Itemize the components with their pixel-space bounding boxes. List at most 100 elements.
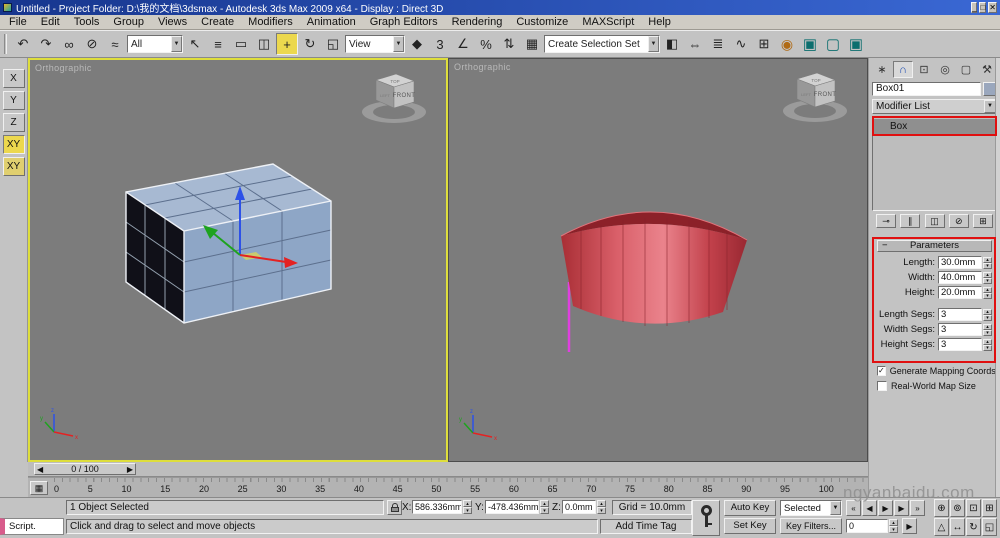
spinner[interactable]: ▴ ▾: [983, 257, 992, 269]
z-coordinate-field[interactable]: 0.0mm: [562, 500, 596, 514]
remove-modifier-icon[interactable]: ⊘: [949, 214, 969, 228]
length-segs-field[interactable]: 3: [938, 308, 982, 321]
spinner[interactable]: ▴▾: [540, 500, 549, 514]
select-and-manipulate-icon[interactable]: ◆: [406, 33, 428, 55]
maximize-button[interactable]: □: [979, 2, 986, 13]
modifier-stack[interactable]: Box: [872, 117, 997, 211]
spinner[interactable]: ▴▾: [463, 500, 472, 514]
go-to-end-button[interactable]: ▶: [902, 518, 917, 534]
close-button[interactable]: ✕: [988, 2, 997, 13]
menu-help[interactable]: Help: [641, 15, 678, 29]
render-setup-icon[interactable]: ▣: [799, 33, 821, 55]
unlink-selection-icon[interactable]: ⊘: [81, 33, 103, 55]
panel-scrollbar[interactable]: [995, 58, 1000, 497]
edit-named-selection-sets-icon[interactable]: ▦: [521, 33, 543, 55]
time-slider-track[interactable]: ◀ 0 / 100 ▶: [28, 462, 868, 477]
constrain-z-button[interactable]: Z: [3, 113, 25, 132]
menu-create[interactable]: Create: [194, 15, 241, 29]
parameters-rollout-header[interactable]: − Parameters: [877, 240, 992, 252]
spinner[interactable]: ▴ ▾: [983, 339, 992, 351]
tab-display[interactable]: ▢: [956, 61, 976, 78]
tab-motion[interactable]: ◎: [935, 61, 955, 78]
snaps-toggle-icon[interactable]: 3: [429, 33, 451, 55]
tab-create[interactable]: ∗: [872, 61, 892, 78]
spinner-down-icon[interactable]: ▾: [983, 315, 992, 321]
tab-utilities[interactable]: ⚒: [977, 61, 997, 78]
add-time-tag[interactable]: Add Time Tag: [600, 519, 692, 534]
minimize-button[interactable]: _: [971, 2, 977, 13]
angle-snap-icon[interactable]: ∠: [452, 33, 474, 55]
configure-modifier-sets-icon[interactable]: ⊞: [973, 214, 993, 228]
spinner[interactable]: ▴ ▾: [983, 287, 992, 299]
menu-maxscript[interactable]: MAXScript: [575, 15, 641, 29]
make-unique-icon[interactable]: ◫: [925, 214, 945, 228]
menu-file[interactable]: File: [2, 15, 34, 29]
reference-coordinate-system-dropdown[interactable]: View ▼: [345, 35, 405, 53]
viewport-label[interactable]: Orthographic: [35, 63, 92, 73]
show-end-result-icon[interactable]: ∥: [900, 214, 920, 228]
time-slider-next-icon[interactable]: ▶: [127, 465, 133, 474]
select-and-rotate-icon[interactable]: ↻: [299, 33, 321, 55]
auto-key-button[interactable]: Auto Key: [724, 500, 776, 516]
time-slider[interactable]: ◀ 0 / 100 ▶: [34, 463, 136, 475]
menu-graph-editors[interactable]: Graph Editors: [363, 15, 445, 29]
key-filters-button[interactable]: Key Filters...: [780, 518, 842, 534]
field-of-view-icon[interactable]: △: [934, 518, 949, 536]
open-mini-curve-editor-button[interactable]: ▦: [30, 481, 48, 495]
spinner[interactable]: ▴ ▾: [983, 272, 992, 284]
constrain-plane-flyout-button[interactable]: XY: [3, 157, 25, 176]
constrain-y-button[interactable]: Y: [3, 91, 25, 110]
select-by-name-icon[interactable]: ≡: [207, 33, 229, 55]
toolbar-handle[interactable]: [4, 34, 7, 54]
curve-editor-icon[interactable]: ∿: [730, 33, 752, 55]
viewcube[interactable]: TOP LEFT FRONT: [352, 66, 436, 130]
time-slider-prev-icon[interactable]: ◀: [37, 465, 43, 474]
quick-render-icon[interactable]: ▣: [845, 33, 867, 55]
constrain-xy-plane-button[interactable]: XY: [3, 135, 25, 154]
spinner-down-icon[interactable]: ▾: [983, 263, 992, 269]
pan-icon[interactable]: ↔: [950, 518, 965, 536]
menu-views[interactable]: Views: [151, 15, 194, 29]
tab-hierarchy[interactable]: ⊡: [914, 61, 934, 78]
material-editor-icon[interactable]: ◉: [776, 33, 798, 55]
spinner-down-icon[interactable]: ▾: [983, 330, 992, 336]
select-and-move-icon[interactable]: +: [276, 33, 298, 55]
x-coordinate-field[interactable]: 586.336mm: [412, 500, 462, 514]
arc-rotate-icon[interactable]: ↻: [966, 518, 981, 536]
menu-edit[interactable]: Edit: [34, 15, 67, 29]
menu-rendering[interactable]: Rendering: [445, 15, 510, 29]
zoom-extents-all-icon[interactable]: ⊞: [982, 499, 997, 517]
align-icon[interactable]: ⇔: [684, 33, 706, 55]
timeline-ruler[interactable]: ▦ 05101520253035404550556065707580859095…: [28, 477, 868, 497]
window-crossing-icon[interactable]: ◫: [253, 33, 275, 55]
constrain-x-button[interactable]: X: [3, 69, 25, 88]
height-field[interactable]: 20.0mm: [938, 286, 982, 299]
current-frame-field[interactable]: 0: [846, 519, 888, 533]
undo-icon[interactable]: ↶: [12, 33, 34, 55]
menu-animation[interactable]: Animation: [300, 15, 363, 29]
selection-lock-icon[interactable]: [387, 500, 402, 515]
set-key-button[interactable]: Set Key: [724, 518, 776, 534]
real-world-map-size-checkbox[interactable]: Real-World Map Size: [877, 378, 998, 393]
modifier-stack-item-box[interactable]: Box: [874, 119, 995, 134]
viewport-left[interactable]: Orthographic: [28, 58, 448, 462]
named-selection-set-combo[interactable]: Create Selection Set ▼: [544, 35, 660, 53]
height-segs-field[interactable]: 3: [938, 338, 982, 351]
redo-icon[interactable]: ↷: [35, 33, 57, 55]
menu-customize[interactable]: Customize: [509, 15, 575, 29]
spinner-down-icon[interactable]: ▾: [983, 278, 992, 284]
spinner[interactable]: ▴▾: [889, 519, 898, 533]
select-object-icon[interactable]: ↖: [184, 33, 206, 55]
rendered-frame-window-icon[interactable]: ▢: [822, 33, 844, 55]
tab-modify[interactable]: ∩: [893, 61, 913, 78]
menu-tools[interactable]: Tools: [67, 15, 107, 29]
maxscript-mini-listener[interactable]: Script.: [0, 518, 64, 535]
object-name-field[interactable]: Box01: [872, 82, 981, 96]
selection-filter-dropdown[interactable]: All ▼: [127, 35, 183, 53]
menu-modifiers[interactable]: Modifiers: [241, 15, 300, 29]
key-mode-dropdown[interactable]: Selected ▼: [780, 500, 842, 516]
pin-stack-icon[interactable]: ⊸: [876, 214, 896, 228]
spinner[interactable]: ▴ ▾: [983, 309, 992, 321]
spinner-down-icon[interactable]: ▾: [983, 293, 992, 299]
spinner[interactable]: ▴ ▾: [983, 324, 992, 336]
